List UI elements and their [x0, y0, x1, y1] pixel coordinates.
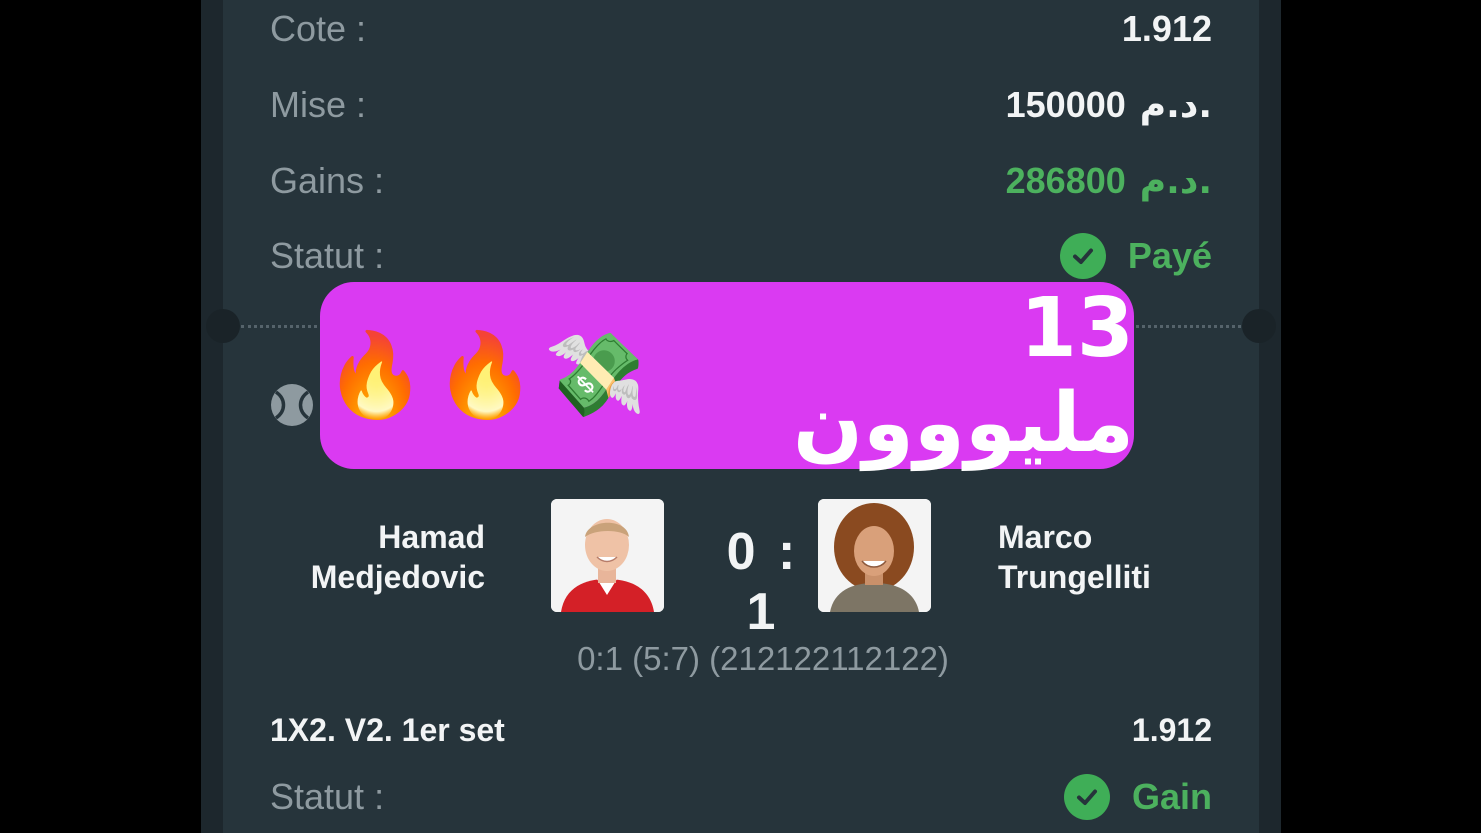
mise-value: 150000 د.م.: [1006, 84, 1212, 126]
player1-last-name: Medjedovic: [310, 559, 485, 595]
player2-last-name: Trungelliti: [998, 559, 1151, 595]
player1-name: Hamad Medjedovic: [311, 517, 485, 597]
money-with-wings-icon: 💸: [544, 327, 647, 423]
cote-row: Cote : 1.912: [270, 4, 1212, 54]
bet-market-row: 1X2. V2. 1er set 1.912: [270, 705, 1212, 755]
cote-value: 1.912: [1121, 8, 1212, 49]
cote-label: Cote :: [270, 8, 367, 49]
bet-statut-value: Gain: [1063, 774, 1212, 820]
statut-text: Payé: [1127, 235, 1212, 276]
gains-row: Gains : 286800 د.م.: [270, 156, 1212, 206]
mise-amount: 150000: [1005, 84, 1126, 125]
player2-avatar: [818, 499, 931, 612]
player1-avatar: [551, 499, 664, 612]
ticket-notch-right: [1242, 309, 1276, 343]
fire-icon: 🔥: [324, 327, 427, 423]
statut-row: Statut : Payé: [270, 231, 1212, 281]
gains-currency: د.م.: [1139, 160, 1212, 202]
fire-icon: 🔥: [434, 327, 537, 423]
bet-statut-text: Gain: [1131, 776, 1212, 817]
gains-label: Gains :: [270, 160, 385, 201]
statut-value: Payé: [1059, 233, 1212, 279]
bet-statut-label: Statut :: [270, 776, 385, 817]
bet-market: 1X2. V2. 1er set: [270, 711, 505, 748]
screen: Cote : 1.912 Mise : 150000 د.م. Gains : …: [0, 0, 1481, 833]
bet-odds: 1.912: [1131, 711, 1212, 748]
player2-first-name: Marco: [998, 519, 1093, 555]
check-circle-icon: [1059, 233, 1106, 279]
statut-label: Statut :: [270, 235, 385, 276]
match-score: 0 : 1: [726, 523, 800, 641]
ticket-notch-left: [206, 309, 240, 343]
check-circle-icon: [1063, 774, 1110, 820]
score-detail: 0:1 (5:7) (212122112122): [577, 640, 949, 677]
mise-label: Mise :: [270, 84, 367, 125]
gains-value: 286800 د.م.: [1006, 160, 1212, 202]
player2-name: Marco Trungelliti: [998, 517, 1151, 597]
mise-currency: د.م.: [1139, 84, 1212, 126]
caption-overlay: 🔥 🔥 💸 13 مليووون: [320, 280, 1134, 471]
player1-first-name: Hamad: [378, 519, 485, 555]
bet-statut-row: Statut : Gain: [270, 772, 1212, 822]
gains-amount: 286800: [1005, 160, 1126, 201]
tennis-ball-icon: [270, 383, 314, 427]
caption-text: 13 مليووون: [792, 280, 1134, 471]
mise-row: Mise : 150000 د.م.: [270, 80, 1212, 130]
